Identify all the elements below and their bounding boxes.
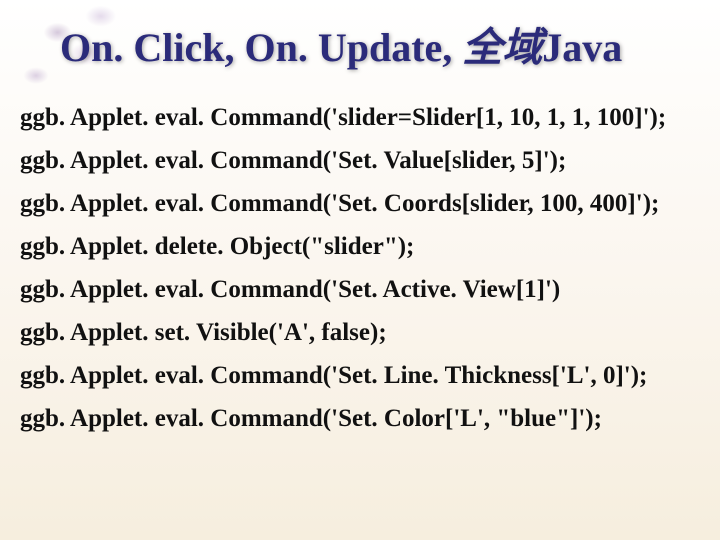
code-line: ggb. Applet. eval. Command('slider=Slide…: [20, 96, 700, 139]
code-line: ggb. Applet. eval. Command('Set. Line. T…: [20, 354, 700, 397]
code-line: ggb. Applet. eval. Command('Set. Coords[…: [20, 182, 700, 225]
code-line: ggb. Applet. delete. Object("slider");: [20, 225, 700, 268]
code-block: ggb. Applet. eval. Command('slider=Slide…: [20, 96, 700, 440]
code-line: ggb. Applet. set. Visible('A', false);: [20, 311, 700, 354]
slide-container: On. Click, On. Update, 全域Java ggb. Apple…: [0, 0, 720, 540]
code-line: ggb. Applet. eval. Command('Set. Active.…: [20, 268, 700, 311]
title-text-en-prefix: On. Click, On. Update,: [60, 25, 462, 70]
title-text-en-suffix: Java: [542, 25, 622, 70]
code-line: ggb. Applet. eval. Command('Set. Value[s…: [20, 139, 700, 182]
slide-title: On. Click, On. Update, 全域Java: [60, 24, 700, 72]
title-text-cjk: 全域: [462, 25, 542, 70]
code-line: ggb. Applet. eval. Command('Set. Color['…: [20, 397, 700, 440]
